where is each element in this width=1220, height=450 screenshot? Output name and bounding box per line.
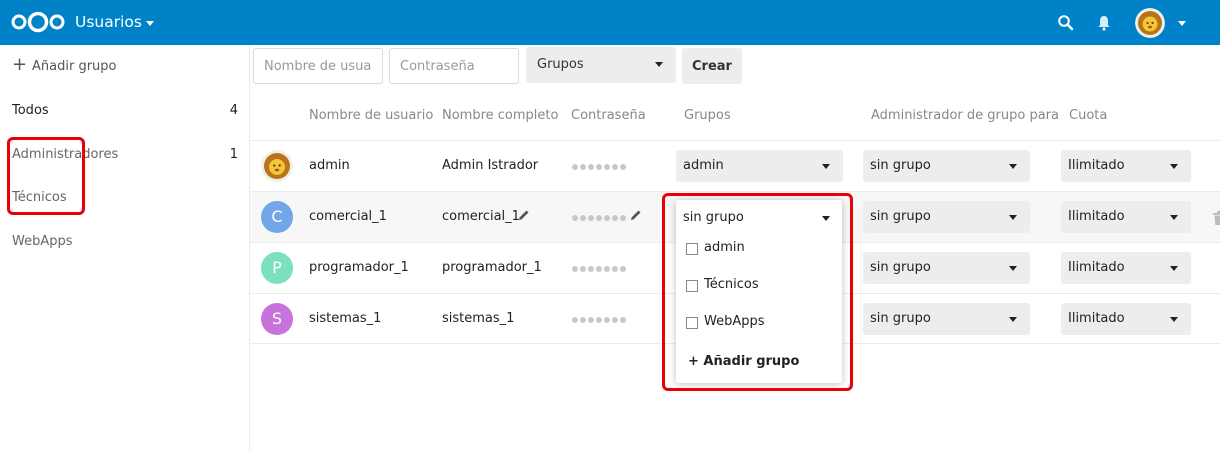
group-admin-select-value: sin grupo	[870, 209, 931, 224]
password-dots	[572, 266, 626, 272]
username-cell: programador_1	[309, 260, 409, 275]
user-avatar[interactable]	[1135, 8, 1165, 38]
username-cell: admin	[309, 158, 350, 173]
quota-select[interactable]: Ilimitado	[1061, 201, 1191, 233]
group-admin-select-value: sin grupo	[870, 311, 931, 326]
column-header-password: Contraseña	[571, 108, 646, 123]
password-dots	[572, 164, 626, 170]
create-user-button[interactable]: Crear	[682, 48, 742, 84]
quota-select-value: Ilimitado	[1068, 260, 1125, 275]
quota-select[interactable]: Ilimitado	[1061, 252, 1191, 284]
column-header-groups: Grupos	[684, 108, 731, 123]
chevron-down-icon	[1170, 317, 1178, 322]
add-group-label: Añadir grupo	[32, 59, 117, 74]
nextcloud-logo[interactable]	[10, 11, 66, 33]
add-group-button[interactable]: + Añadir grupo	[12, 54, 117, 77]
chevron-down-icon	[1009, 215, 1017, 220]
quota-select[interactable]: Ilimitado	[1061, 303, 1191, 335]
groups-select[interactable]: admin	[676, 150, 843, 182]
chevron-down-icon	[1170, 266, 1178, 271]
column-header-quota: Cuota	[1069, 108, 1108, 123]
group-admin-select[interactable]: sin grupo	[863, 252, 1030, 284]
username-cell: comercial_1	[309, 209, 387, 224]
table-row: admin Admin Istrador admin sin grupo Ili…	[250, 140, 1220, 191]
chevron-down-icon	[822, 164, 830, 169]
password-dots	[572, 317, 626, 323]
chevron-down-icon	[655, 62, 663, 67]
highlight-box-groups-dropdown	[662, 193, 853, 391]
user-menu-chevron-icon[interactable]	[1178, 21, 1186, 26]
group-admin-select[interactable]: sin grupo	[863, 201, 1030, 233]
group-admin-select[interactable]: sin grupo	[863, 303, 1030, 335]
top-header: Usuarios	[0, 0, 1220, 45]
sidebar-item-label: Todos	[12, 103, 49, 118]
chevron-down-icon	[1009, 317, 1017, 322]
username-cell: sistemas_1	[309, 311, 382, 326]
fullname-cell: programador_1	[442, 260, 542, 275]
notifications-icon[interactable]	[1096, 14, 1112, 32]
groups-select-label: Grupos	[537, 57, 584, 72]
chevron-down-icon	[1170, 215, 1178, 220]
chevron-down-icon	[1009, 164, 1017, 169]
password-dots[interactable]	[572, 213, 626, 223]
highlight-box-sidebar-groups	[7, 137, 85, 215]
group-admin-select-value: sin grupo	[870, 260, 931, 275]
new-password-input[interactable]	[389, 48, 519, 84]
group-count: 1	[229, 147, 238, 162]
chevron-down-icon	[1009, 266, 1017, 271]
avatar	[261, 150, 293, 182]
edit-pencil-icon[interactable]	[629, 208, 643, 222]
quota-select-value: Ilimitado	[1068, 311, 1125, 326]
fullname-cell: sistemas_1	[442, 311, 515, 326]
group-admin-select-value: sin grupo	[870, 158, 931, 173]
edit-pencil-icon[interactable]	[517, 208, 531, 222]
fullname-cell[interactable]: comercial_1	[442, 209, 520, 224]
avatar: P	[261, 252, 293, 284]
avatar: C	[261, 201, 293, 233]
group-count: 4	[229, 103, 238, 118]
trash-icon[interactable]	[1212, 210, 1220, 226]
quota-select[interactable]: Ilimitado	[1061, 150, 1191, 182]
chevron-down-icon	[1170, 164, 1178, 169]
new-username-input[interactable]	[253, 48, 383, 84]
app-title[interactable]: Usuarios	[75, 13, 142, 31]
sidebar-item-label: WebApps	[12, 234, 73, 249]
plus-icon: +	[12, 54, 28, 75]
column-header-group-admin: Administrador de grupo para	[871, 108, 1059, 123]
groups-sidebar: + Añadir grupo Todos 4 Administradores 1 …	[0, 45, 250, 450]
avatar: S	[261, 303, 293, 335]
search-icon[interactable]	[1057, 14, 1075, 32]
column-header-username[interactable]: Nombre de usuario	[309, 108, 433, 123]
sidebar-item-webapps[interactable]: WebApps	[12, 234, 238, 256]
sidebar-item-todos[interactable]: Todos 4	[12, 103, 238, 125]
groups-select-value: admin	[683, 158, 724, 173]
app-menu-chevron-icon[interactable]	[146, 21, 154, 26]
quota-select-value: Ilimitado	[1068, 158, 1125, 173]
fullname-cell: Admin Istrador	[442, 158, 539, 173]
column-header-fullname: Nombre completo	[442, 108, 559, 123]
new-user-groups-select[interactable]: Grupos	[526, 47, 676, 83]
group-admin-select[interactable]: sin grupo	[863, 150, 1030, 182]
quota-select-value: Ilimitado	[1068, 209, 1125, 224]
